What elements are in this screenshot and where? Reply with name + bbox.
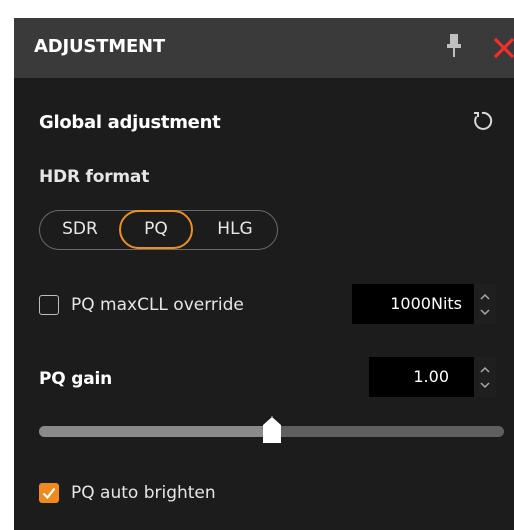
- maxcll-spinbox[interactable]: 1000Nits: [352, 284, 496, 324]
- auto-brighten-checkbox[interactable]: [39, 483, 59, 503]
- hdr-format-selector: SDR PQ HLG: [39, 210, 278, 250]
- hdr-format-label: HDR format: [39, 167, 150, 187]
- pq-gain-value[interactable]: 1.00: [369, 357, 449, 397]
- reset-icon[interactable]: [470, 109, 494, 133]
- maxcll-override-label: PQ maxCLL override: [71, 295, 244, 315]
- chevron-up-icon[interactable]: [478, 363, 492, 377]
- close-icon[interactable]: [491, 35, 514, 61]
- chevron-up-icon[interactable]: [478, 290, 492, 304]
- panel-title: ADJUSTMENT: [34, 36, 165, 57]
- pq-gain-slider-fill: [39, 426, 272, 437]
- hdr-option-sdr[interactable]: SDR: [40, 211, 120, 248]
- pin-icon[interactable]: [444, 32, 464, 60]
- adjustment-panel: ADJUSTMENT Global adjustment HDR format …: [14, 18, 514, 530]
- pq-gain-spinbox[interactable]: 1.00: [369, 357, 496, 397]
- hdr-option-hlg[interactable]: HLG: [193, 211, 277, 248]
- hdr-option-pq[interactable]: PQ: [119, 210, 193, 249]
- pq-gain-stepper[interactable]: [474, 357, 496, 397]
- chevron-down-icon[interactable]: [478, 378, 492, 392]
- pq-gain-slider-thumb[interactable]: [261, 416, 283, 446]
- panel-header: ADJUSTMENT: [14, 18, 514, 78]
- auto-brighten-label: PQ auto brighten: [71, 483, 216, 503]
- chevron-down-icon[interactable]: [478, 305, 492, 319]
- pq-gain-label: PQ gain: [39, 369, 112, 389]
- checkmark-icon: [42, 487, 56, 500]
- maxcll-stepper[interactable]: [474, 284, 496, 324]
- global-adjustment-title: Global adjustment: [39, 112, 221, 133]
- maxcll-value[interactable]: 1000Nits: [352, 284, 462, 324]
- maxcll-override-checkbox[interactable]: [39, 295, 59, 315]
